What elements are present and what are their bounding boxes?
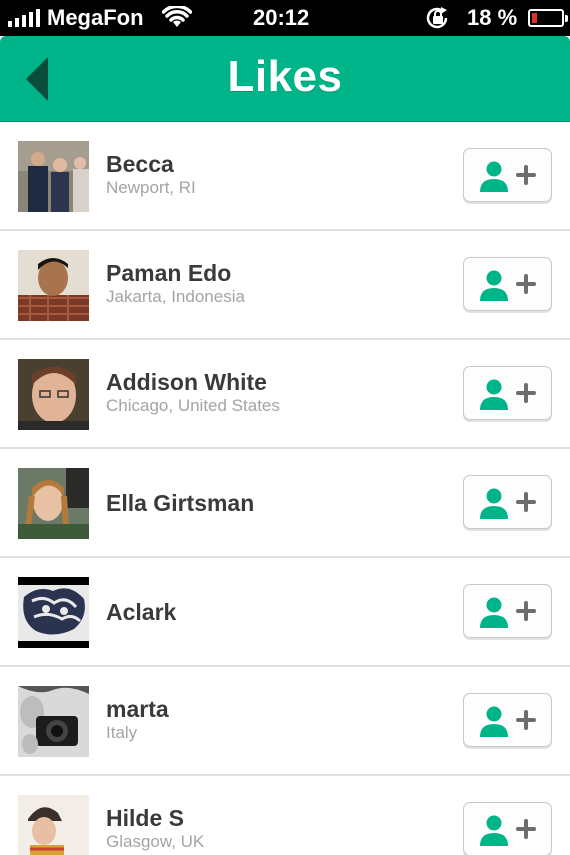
user-row[interactable]: marta Italy [0, 667, 570, 776]
rotation-lock-icon [426, 7, 448, 29]
user-row[interactable]: Becca Newport, RI [0, 122, 570, 231]
user-row[interactable]: Ella Girtsman [0, 449, 570, 558]
user-name[interactable]: marta [106, 696, 169, 723]
user-row[interactable]: Addison White Chicago, United States [0, 340, 570, 449]
add-user-icon [480, 815, 536, 846]
user-avatar[interactable] [18, 686, 89, 757]
likes-list: Becca Newport, RI Paman Edo Jakarta, Indone… [0, 122, 570, 855]
follow-button[interactable] [463, 693, 552, 747]
user-location: Chicago, United States [106, 396, 280, 415]
user-avatar[interactable] [18, 577, 89, 648]
follow-button[interactable] [463, 366, 552, 420]
battery-icon [528, 9, 568, 27]
user-avatar[interactable] [18, 141, 89, 212]
add-user-icon [480, 488, 536, 519]
signal-icon [8, 9, 40, 27]
user-name[interactable]: Aclark [106, 599, 176, 626]
carrier-name: MegaFon [47, 5, 144, 30]
battery-percent: 18 % [467, 5, 518, 30]
user-name[interactable]: Ella Girtsman [106, 490, 254, 517]
user-location: Italy [106, 723, 138, 742]
user-location: Newport, RI [106, 178, 196, 197]
wifi-icon [162, 6, 192, 27]
follow-button[interactable] [463, 584, 552, 638]
add-user-icon [480, 597, 536, 628]
user-location: Glasgow, UK [106, 832, 205, 851]
user-name[interactable]: Addison White [106, 369, 267, 396]
clock: 20:12 [253, 5, 310, 30]
user-row[interactable]: Aclark [0, 558, 570, 667]
user-name[interactable]: Hilde S [106, 805, 184, 832]
user-avatar[interactable] [18, 468, 89, 539]
page-title: Likes [227, 52, 343, 101]
add-user-icon [480, 706, 536, 737]
user-row[interactable]: Hilde S Glasgow, UK [0, 776, 570, 855]
follow-button[interactable] [463, 257, 552, 311]
add-user-icon [480, 379, 536, 410]
follow-button[interactable] [463, 148, 552, 202]
follow-button[interactable] [463, 475, 552, 529]
battery-level [532, 13, 537, 23]
add-user-icon [480, 161, 536, 192]
user-name[interactable]: Paman Edo [106, 260, 231, 287]
user-avatar[interactable] [18, 795, 89, 855]
user-avatar[interactable] [18, 250, 89, 321]
user-name[interactable]: Becca [106, 151, 174, 178]
add-user-icon [480, 270, 536, 301]
user-location: Jakarta, Indonesia [106, 287, 245, 306]
navigation-bar: Likes [0, 36, 570, 124]
status-bar: MegaFon 20:12 18 % [0, 0, 570, 36]
user-avatar[interactable] [18, 359, 89, 430]
user-row[interactable]: Paman Edo Jakarta, Indonesia [0, 231, 570, 340]
follow-button[interactable] [463, 802, 552, 855]
